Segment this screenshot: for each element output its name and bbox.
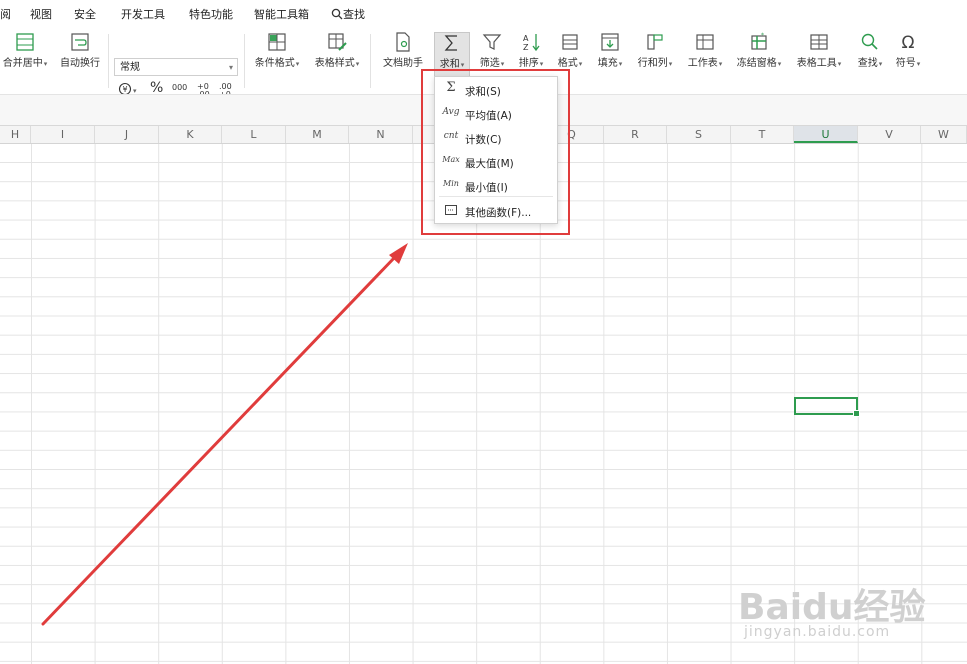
baidu-watermark-url: jingyan.baidu.com — [744, 624, 891, 640]
annotation-arrow — [41, 243, 408, 626]
baidu-watermark-logo: Baidu经验 — [738, 587, 926, 628]
